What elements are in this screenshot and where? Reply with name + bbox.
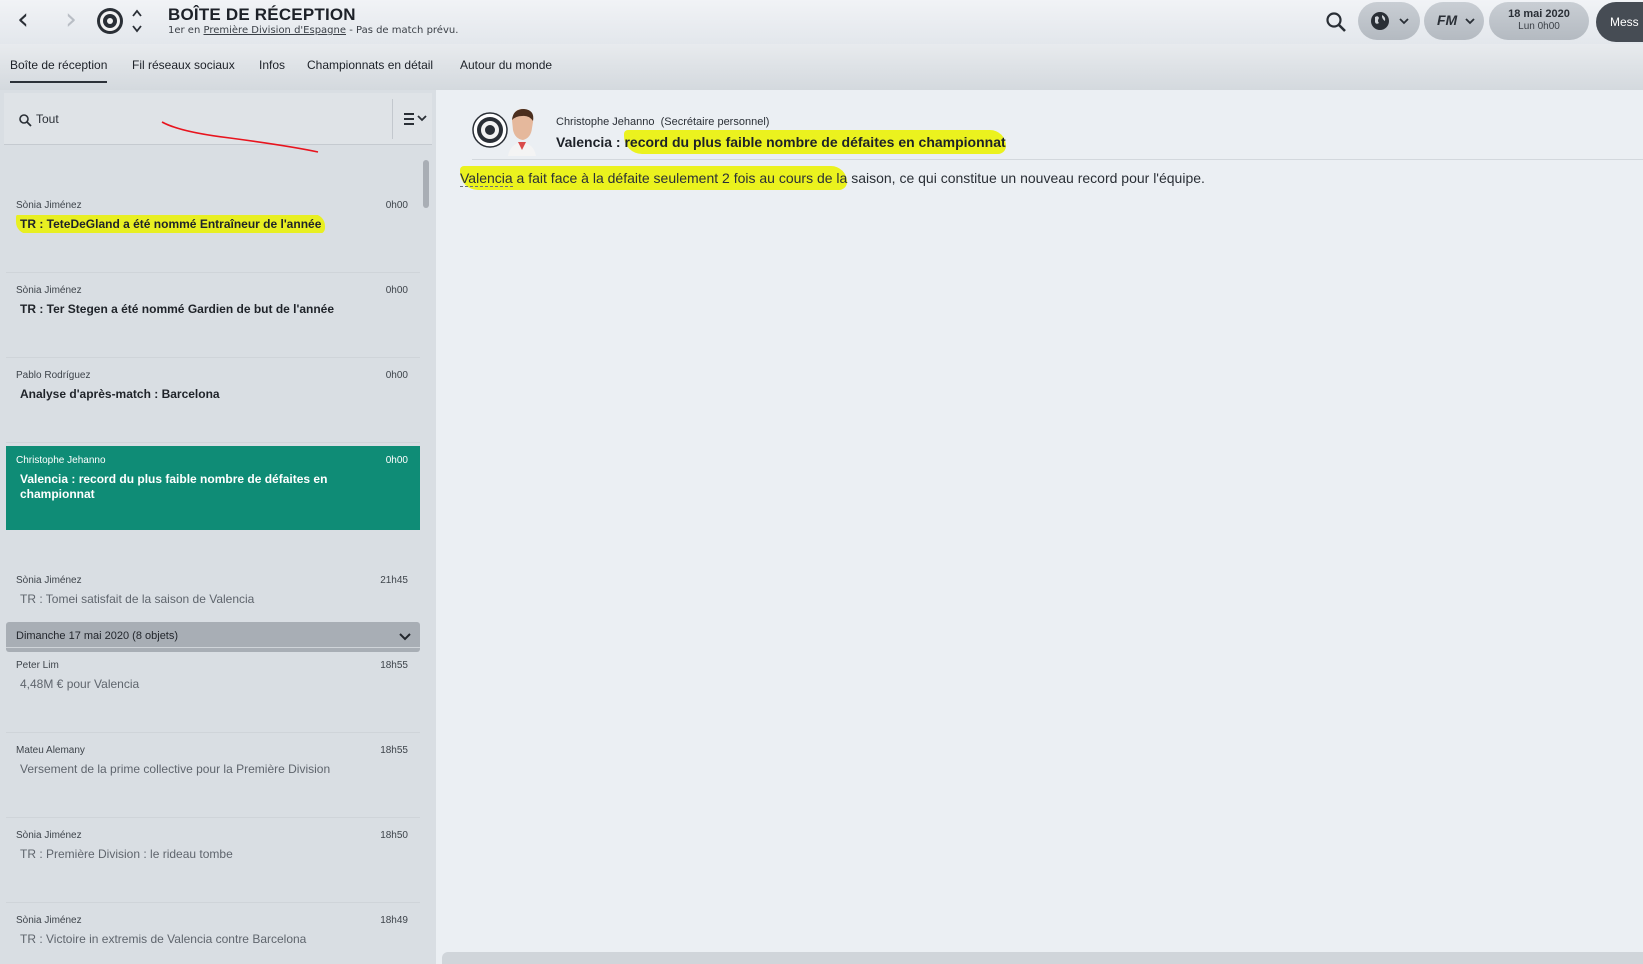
- chevron-down-icon: [1465, 18, 1475, 25]
- fm-logo: FM: [1437, 12, 1458, 28]
- inbox-item[interactable]: Sònia Jiménez 18h50 TR : Première Divisi…: [6, 821, 420, 903]
- tab-social-feed[interactable]: Fil réseaux sociaux: [132, 58, 235, 72]
- highlighted-subject: TR : TeteDeGland a été nommé Entraîneur …: [16, 214, 326, 234]
- inbox-item-selected[interactable]: Christophe Jehanno 0h00 Valencia : recor…: [6, 446, 420, 530]
- item-time: 18h55: [380, 660, 408, 671]
- chevron-down-icon: [1399, 18, 1409, 25]
- message-header: Christophe Jehanno (Secrétaire personnel…: [472, 100, 1643, 160]
- highlighted-subject: record du plus faible nombre de défaites…: [624, 130, 1006, 154]
- filter-input[interactable]: Tout: [36, 112, 59, 126]
- item-subject: Versement de la prime collective pour la…: [20, 762, 331, 776]
- avatar: [508, 108, 536, 156]
- item-subject: TR : Première Division : le rideau tombe: [20, 847, 233, 861]
- item-sender: Sònia Jiménez: [16, 830, 82, 841]
- item-sender: Pablo Rodríguez: [16, 370, 91, 381]
- tab-world[interactable]: Autour du monde: [460, 58, 552, 72]
- message-sender: Christophe Jehanno (Secrétaire personnel…: [556, 116, 769, 128]
- globe-icon: [1371, 12, 1389, 30]
- scrollbar-thumb[interactable]: [423, 160, 429, 208]
- inbox-item[interactable]: Sònia Jiménez 0h00 TR : TeteDeGland a ét…: [6, 191, 420, 273]
- message-panel: Christophe Jehanno (Secrétaire personnel…: [438, 90, 1643, 964]
- club-badge-icon[interactable]: [96, 7, 124, 35]
- top-bar: ‹ › BOÎTE DE RÉCEPTION 1er en Première D…: [0, 0, 1643, 44]
- item-time: 0h00: [385, 200, 408, 211]
- item-sender: Peter Lim: [16, 660, 59, 671]
- inbox-item[interactable]: Sònia Jiménez 18h49 TR : Victoire in ext…: [6, 906, 420, 964]
- item-subject: TR : TeteDeGland a été nommé Entraîneur …: [16, 214, 400, 234]
- item-time: 18h49: [380, 915, 408, 926]
- tab-competitions[interactable]: Championnats en détail: [307, 58, 433, 72]
- filter-bar: Tout: [4, 93, 432, 145]
- search-icon[interactable]: [1324, 10, 1348, 34]
- item-sender: Sònia Jiménez: [16, 915, 82, 926]
- world-menu-button[interactable]: [1358, 2, 1420, 40]
- back-arrow-icon[interactable]: ‹: [8, 5, 38, 36]
- inbox-item[interactable]: Pablo Rodríguez 0h00 Analyse d'après-mat…: [6, 361, 420, 443]
- item-time: 21h45: [380, 575, 408, 586]
- game-time: Lun 0h00: [1518, 21, 1560, 32]
- highlighted-body: Valencia a fait face à la défaite seulem…: [460, 166, 848, 190]
- item-sender: Sònia Jiménez: [16, 575, 82, 586]
- up-down-chevron-icon[interactable]: [130, 6, 144, 36]
- item-sender: Christophe Jehanno: [16, 455, 106, 466]
- item-time: 18h55: [380, 745, 408, 756]
- divider: [392, 99, 393, 139]
- message-subject: Valencia : record du plus faible nombre …: [556, 130, 1006, 154]
- body-part-1: a fait face à la défaite seulement 2 foi…: [512, 170, 848, 186]
- item-subject: TR : Victoire in extremis de Valencia co…: [20, 932, 307, 946]
- message-body: Valencia a fait face à la défaite seulem…: [460, 166, 1205, 190]
- inbox-item[interactable]: Peter Lim 18h55 4,48M € pour Valencia: [6, 651, 420, 733]
- subtitle-suffix: - Pas de match prévu.: [346, 25, 459, 36]
- tab-bar: Boîte de réception Fil réseaux sociaux I…: [0, 44, 1643, 90]
- item-time: 0h00: [385, 455, 408, 466]
- item-time: 0h00: [385, 370, 408, 381]
- list-options-icon[interactable]: [402, 111, 430, 127]
- tab-news[interactable]: Infos: [259, 58, 285, 72]
- bottom-toolbar: [442, 952, 1643, 964]
- item-time: 0h00: [385, 285, 408, 296]
- inbox-item[interactable]: Sònia Jiménez 21h45 TR : Tomei satisfait…: [6, 566, 420, 648]
- tab-inbox[interactable]: Boîte de réception: [10, 58, 108, 83]
- item-subject: TR : Ter Stegen a été nommé Gardien de b…: [20, 302, 335, 316]
- continue-button[interactable]: Mess: [1596, 2, 1643, 42]
- page-subtitle: 1er en Première Division d'Espagne - Pas…: [168, 25, 458, 36]
- league-link[interactable]: Première Division d'Espagne: [203, 25, 346, 36]
- sender-role: (Secrétaire personnel): [660, 116, 770, 128]
- fm-menu-button[interactable]: FM: [1424, 2, 1484, 40]
- inbox-list-panel: Tout Sònia Jiménez 0h00 TR : TeteDeGland…: [0, 90, 436, 964]
- forward-arrow-icon[interactable]: ›: [56, 5, 86, 36]
- subtitle-prefix: 1er en: [168, 25, 204, 36]
- inbox-item[interactable]: Sònia Jiménez 0h00 TR : Ter Stegen a été…: [6, 276, 420, 358]
- item-subject: Analyse d'après-match : Barcelona: [20, 387, 220, 401]
- subject-prefix: Valencia :: [556, 134, 625, 150]
- sender-name[interactable]: Christophe Jehanno: [556, 116, 654, 128]
- game-date-button[interactable]: 18 mai 2020 Lun 0h00: [1489, 2, 1589, 40]
- item-subject: TR : Tomei satisfait de la saison de Val…: [20, 592, 255, 606]
- club-link[interactable]: Valencia: [460, 170, 513, 187]
- search-icon: [19, 114, 32, 127]
- body-part-2: saison, ce qui constitue un nouveau reco…: [847, 170, 1205, 186]
- game-date: 18 mai 2020: [1508, 8, 1570, 20]
- page-title: BOÎTE DE RÉCEPTION: [168, 5, 356, 24]
- item-time: 18h50: [380, 830, 408, 841]
- item-sender: Sònia Jiménez: [16, 200, 82, 211]
- item-sender: Mateu Alemany: [16, 745, 85, 756]
- inbox-item[interactable]: Mateu Alemany 18h55 Versement de la prim…: [6, 736, 420, 818]
- item-subject: Valencia : record du plus faible nombre …: [20, 472, 328, 501]
- item-subject: 4,48M € pour Valencia: [20, 677, 140, 691]
- item-sender: Sònia Jiménez: [16, 285, 82, 296]
